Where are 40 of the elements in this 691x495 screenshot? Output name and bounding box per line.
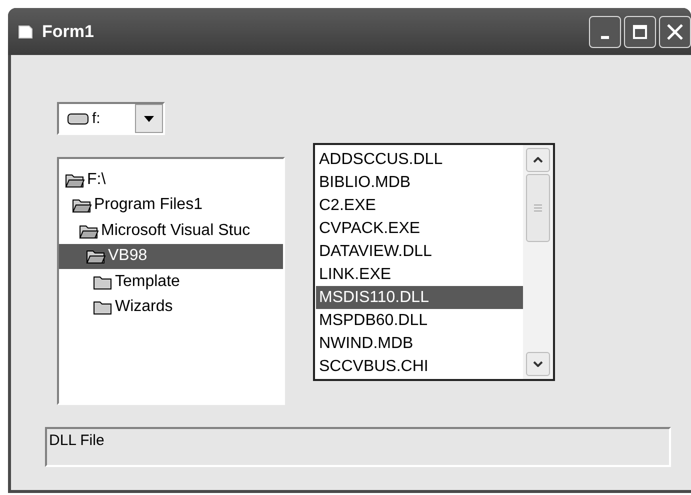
caret-icon	[144, 116, 154, 122]
file-item[interactable]: NWIND.MDB	[316, 332, 523, 355]
folder-item[interactable]: F:\	[59, 167, 283, 192]
grip-icon	[534, 204, 542, 212]
folder-item[interactable]: Template	[59, 269, 283, 294]
open-folder-icon	[79, 222, 99, 239]
file-item[interactable]: CVPACK.EXE	[316, 217, 523, 240]
file-item[interactable]: ADDSCCUS.DLL	[316, 148, 523, 171]
drive-dropdown[interactable]: f:	[57, 102, 165, 135]
folder-icon	[93, 274, 113, 290]
scroll-up-button[interactable]	[526, 148, 550, 172]
window-icon	[18, 24, 34, 38]
close-icon	[666, 22, 684, 40]
folder-item[interactable]: Wizards	[59, 294, 283, 320]
window-title: Form1	[42, 22, 95, 42]
scroll-down-button[interactable]	[526, 352, 550, 376]
file-item[interactable]: C2.EXE	[316, 194, 523, 217]
open-folder-icon	[65, 172, 85, 188]
file-item[interactable]: BIBLIO.MDB	[316, 171, 523, 194]
file-item[interactable]: MSPDB60.DLL	[316, 309, 523, 332]
folder-item[interactable]: Microsoft Visual Stuc	[59, 218, 283, 244]
close-button[interactable]	[659, 16, 691, 48]
open-folder-icon	[72, 197, 92, 214]
chevron-up-icon	[533, 157, 543, 163]
file-item[interactable]: DATAVIEW.DLL	[316, 240, 523, 263]
folder-item[interactable]: Program Files1	[59, 192, 283, 218]
minimize-icon	[601, 36, 609, 39]
maximize-button[interactable]	[624, 16, 656, 48]
file-item[interactable]: SCCVBUS.CHI	[316, 355, 523, 378]
folder-icon	[93, 299, 113, 316]
drive-icon	[67, 112, 89, 124]
status-label: DLL File	[45, 427, 671, 467]
minimize-button[interactable]	[589, 16, 621, 48]
file-item[interactable]: MSDIS110.DLL	[316, 286, 523, 309]
file-item[interactable]: LINK.EXE	[316, 263, 523, 286]
folder-item[interactable]: VB98	[59, 244, 283, 269]
chevron-down-icon	[533, 361, 543, 367]
open-folder-icon	[86, 248, 106, 264]
scroll-thumb[interactable]	[526, 174, 550, 242]
maximize-icon	[632, 24, 648, 40]
